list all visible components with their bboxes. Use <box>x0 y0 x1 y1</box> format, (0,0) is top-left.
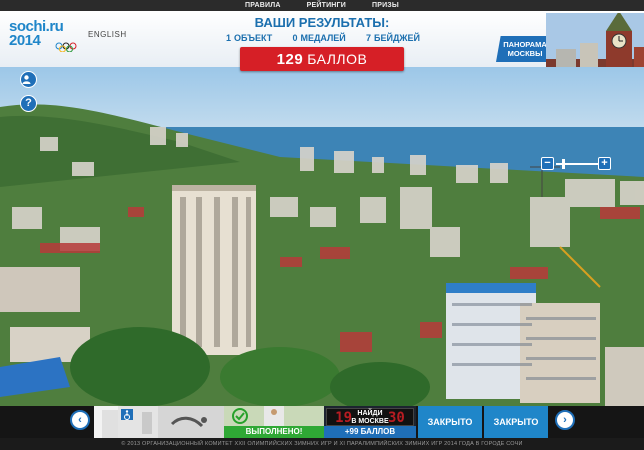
copyright-footer: © 2013 ОРГАНИЗАЦИОННЫЙ КОМИТЕТ XXII ОЛИМ… <box>0 438 644 450</box>
countdown-display: 19 30 НАЙДИ В МОСКВЕ <box>326 408 414 426</box>
nav-ratings-link[interactable]: РЕЙТИНГИ <box>307 0 346 11</box>
profile-button[interactable] <box>20 71 37 88</box>
find-in-moscow-text: НАЙДИ В МОСКВЕ <box>351 410 389 425</box>
city-panorama <box>0 104 644 406</box>
strip-next-button[interactable]: › <box>555 410 575 430</box>
task-card-completed[interactable]: ВЫПОЛНЕНО! <box>224 406 324 438</box>
language-switch[interactable]: ENGLISH <box>88 30 127 39</box>
stat-medals: 0 МЕДАЛЕЙ <box>292 33 346 43</box>
task-card-closed-2[interactable]: ЗАКРЫТО <box>484 406 548 438</box>
strip-prev-button[interactable]: ‹ <box>70 410 90 430</box>
top-nav: ПРАВИЛА РЕЙТИНГИ ПРИЗЫ <box>0 0 644 11</box>
results-title: ВАШИ РЕЗУЛЬТАТЫ: <box>254 15 390 30</box>
nav-prizes-link[interactable]: ПРИЗЫ <box>372 0 399 11</box>
panorama-view[interactable]: ? − + <box>0 67 644 406</box>
score-badge: 129 БАЛЛОВ <box>240 47 404 71</box>
kremlin-tower-image <box>546 13 644 75</box>
checkmark-icon <box>232 408 248 424</box>
swimmer-thumbnail <box>158 406 224 438</box>
task-card-2[interactable] <box>118 406 158 438</box>
wheelchair-thumbnail <box>118 406 158 438</box>
user-icon <box>22 75 31 84</box>
completed-label: ВЫПОЛНЕНО! <box>224 426 324 438</box>
bonus-points-label: +99 БАЛЛОВ <box>324 426 416 438</box>
stat-badges: 7 БЕЙДЖЕЙ <box>366 33 420 43</box>
results-stats: 1 ОБЪЕКТ 0 МЕДАЛЕЙ 7 БЕЙДЖЕЙ <box>226 33 420 43</box>
zoom-control: − + <box>541 157 613 171</box>
task-card-find-moscow[interactable]: 19 30 НАЙДИ В МОСКВЕ +99 БАЛЛОВ <box>324 406 416 438</box>
zoom-out-button[interactable]: − <box>541 157 554 170</box>
olympic-rings-icon <box>55 42 77 52</box>
help-button[interactable]: ? <box>20 95 37 112</box>
zoom-slider-handle[interactable] <box>561 159 565 169</box>
task-card-closed-1[interactable]: ЗАКРЫТО <box>418 406 482 438</box>
zoom-in-button[interactable]: + <box>598 157 611 170</box>
nav-rules-link[interactable]: ПРАВИЛА <box>245 0 281 11</box>
sochi-logo[interactable]: sochi.ru 2014 <box>9 19 77 58</box>
stat-objects: 1 ОБЪЕКТ <box>226 33 273 43</box>
task-card-3[interactable] <box>158 406 224 438</box>
